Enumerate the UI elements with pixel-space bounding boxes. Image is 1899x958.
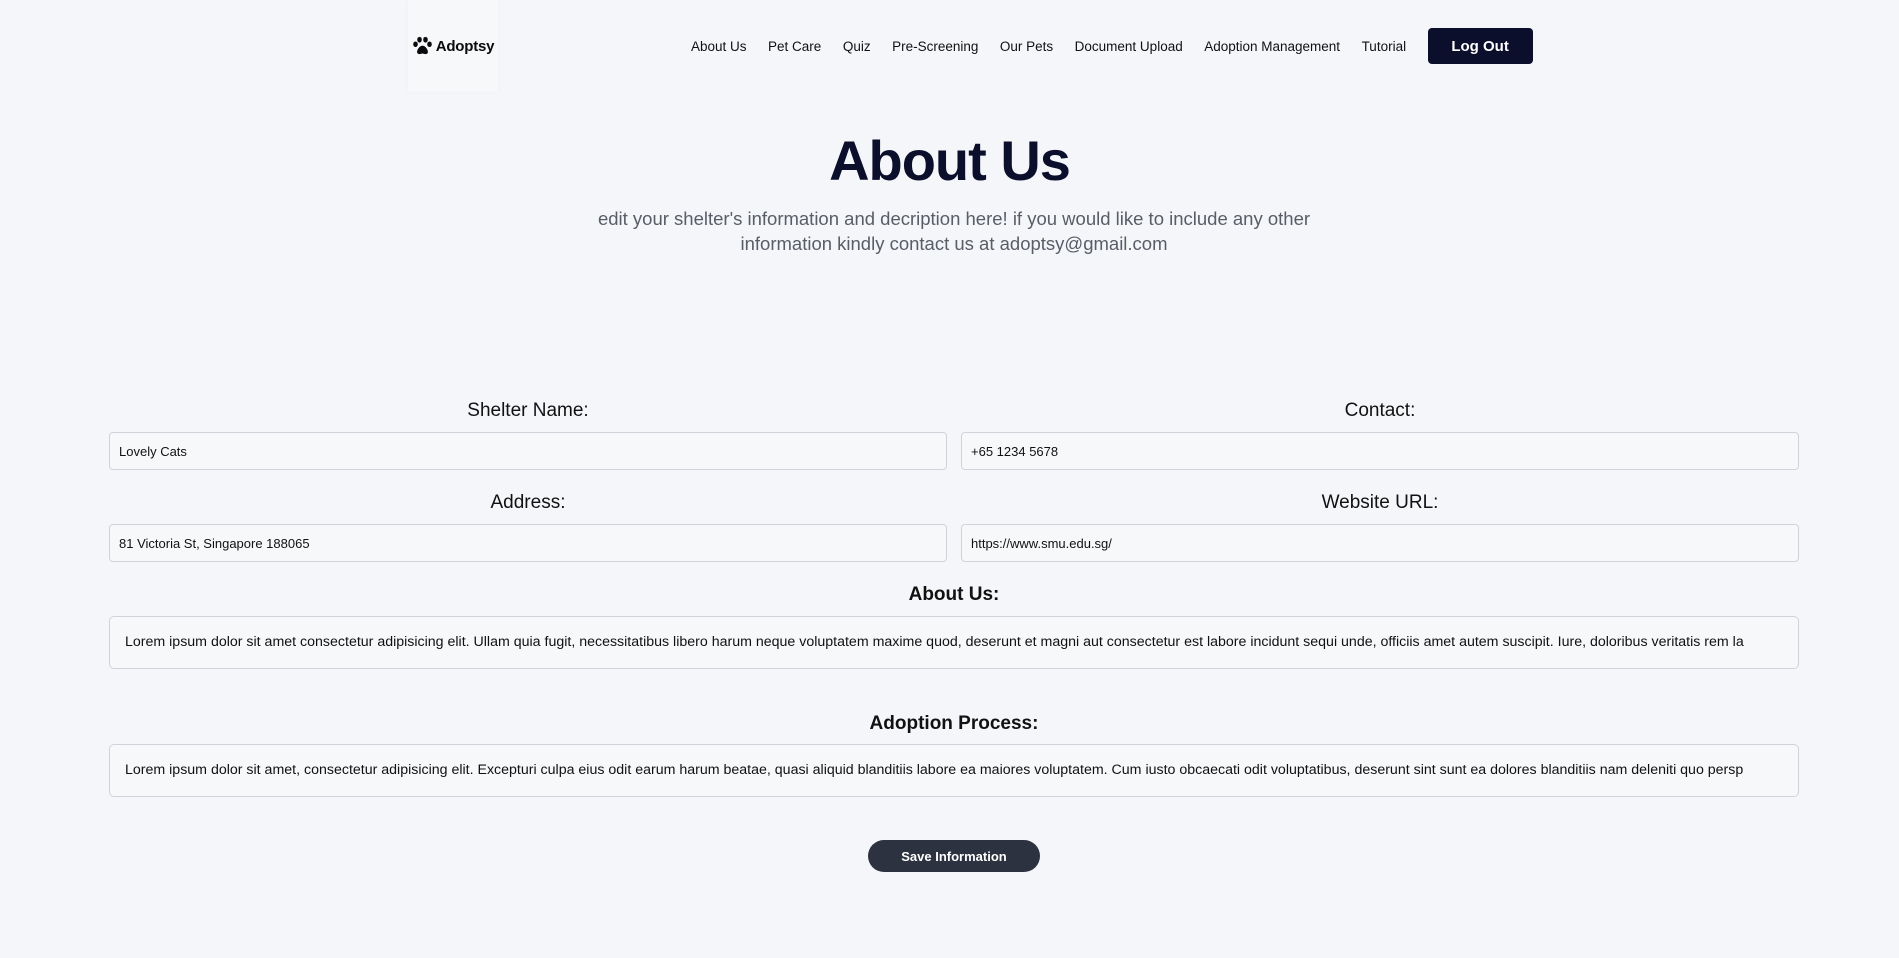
logout-button[interactable]: Log Out xyxy=(1427,28,1533,64)
nav-link-about-us[interactable]: About Us xyxy=(691,39,747,54)
about-us-label: About Us: xyxy=(908,584,1000,605)
nav-link-quiz[interactable]: Quiz xyxy=(843,39,871,54)
nav-link-tutorial[interactable]: Tutorial xyxy=(1362,39,1407,54)
about-us-textarea[interactable]: Lorem ipsum dolor sit amet consectetur a… xyxy=(109,616,1799,669)
website-url-label: Website URL: xyxy=(1321,492,1439,513)
adoption-process-textarea[interactable]: Lorem ipsum dolor sit amet, consectetur … xyxy=(109,744,1799,797)
nav-link-document-upload[interactable]: Document Upload xyxy=(1075,39,1183,54)
nav-link-adoption-management[interactable]: Adoption Management xyxy=(1204,39,1340,54)
navbar: Adoptsy About Us Pet Care Quiz Pre-Scree… xyxy=(0,0,1899,92)
paw-icon xyxy=(412,36,432,55)
contact-input[interactable] xyxy=(961,432,1799,470)
page: Adoptsy About Us Pet Care Quiz Pre-Scree… xyxy=(0,0,1899,958)
nav-link-pre-screening[interactable]: Pre-Screening xyxy=(892,39,978,54)
page-subtitle: edit your shelter's information and decr… xyxy=(597,208,1311,254)
page-title: About Us xyxy=(829,129,1071,192)
website-url-input[interactable] xyxy=(961,524,1799,562)
brand-logo[interactable]: Adoptsy xyxy=(408,0,498,92)
address-label: Address: xyxy=(490,492,566,513)
nav-link-pet-care[interactable]: Pet Care xyxy=(768,39,821,54)
nav-link-our-pets[interactable]: Our Pets xyxy=(1000,39,1053,54)
save-information-button[interactable]: Save Information xyxy=(868,840,1040,872)
nav-links: About Us Pet Care Quiz Pre-Screening Our… xyxy=(691,28,1533,64)
brand-name: Adoptsy xyxy=(435,37,495,55)
adoption-process-label: Adoption Process: xyxy=(869,713,1039,734)
shelter-name-input[interactable] xyxy=(109,432,947,470)
address-input[interactable] xyxy=(109,524,947,562)
shelter-name-label: Shelter Name: xyxy=(467,400,589,421)
contact-label: Contact: xyxy=(1344,400,1416,421)
